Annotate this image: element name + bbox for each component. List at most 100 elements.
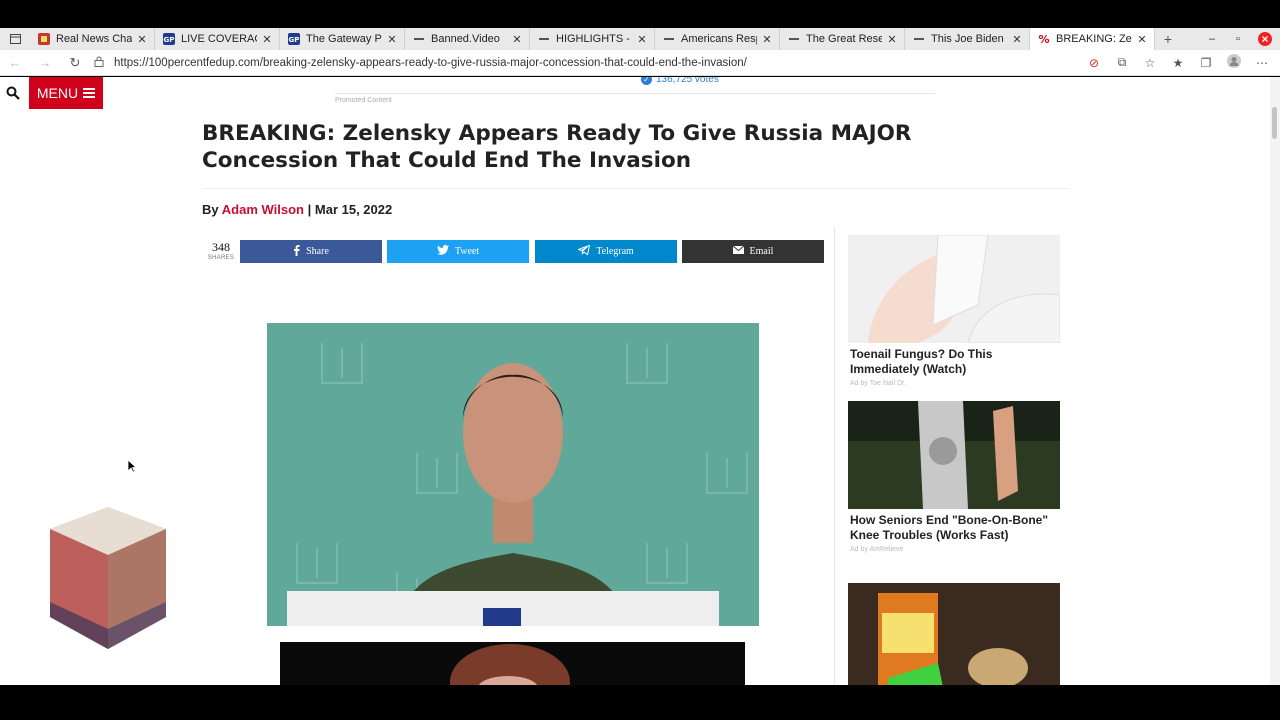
- twitter-icon: [436, 245, 449, 258]
- search-icon[interactable]: [6, 86, 22, 102]
- telegram-button-label: Telegram: [596, 246, 634, 257]
- ad-title[interactable]: Toenail Fungus? Do This Immediately (Wat…: [848, 347, 1060, 377]
- svg-text:GP: GP: [289, 36, 300, 44]
- tab-title: Americans Respo: [681, 33, 757, 45]
- email-icon: [732, 245, 744, 257]
- browser-tab[interactable]: GP LIVE COVERAGE: ✕: [155, 28, 280, 50]
- ad-title[interactable]: How Seniors End "Bone-On-Bone" Knee Trou…: [848, 513, 1060, 543]
- url-field[interactable]: https://100percentfedup.com/breaking-zel…: [94, 56, 1082, 70]
- page-icon: [663, 33, 675, 45]
- tab-list-icon[interactable]: [0, 28, 30, 50]
- close-tab-icon[interactable]: ✕: [886, 33, 898, 46]
- author-link[interactable]: Adam Wilson: [222, 202, 304, 217]
- page-icon: [788, 33, 800, 45]
- share-count-label: SHARES: [207, 255, 235, 261]
- browser-tab[interactable]: Real News Chann ✕: [30, 28, 155, 50]
- video-player[interactable]: [280, 642, 745, 685]
- email-button-label: Email: [749, 246, 774, 257]
- svg-text:GP: GP: [164, 36, 175, 44]
- profile-icon[interactable]: [1222, 54, 1246, 71]
- tab-title: Real News Chann: [56, 33, 132, 45]
- collections-icon[interactable]: ❐: [1194, 56, 1218, 70]
- tab-bar: Real News Chann ✕ GP LIVE COVERAGE: ✕ GP The G…: [0, 28, 1280, 50]
- ad-source: Ad by Toe Nail Dr.: [850, 380, 906, 387]
- close-tab-icon[interactable]: ✕: [1011, 33, 1023, 46]
- news-site-icon: [38, 33, 50, 45]
- sponsored-ad[interactable]: Toenail Fungus? Do This Immediately (Wat…: [848, 235, 1060, 387]
- article-hero-image[interactable]: [267, 323, 759, 626]
- sponsored-ad[interactable]: [848, 583, 1060, 685]
- url-text: https://100percentfedup.com/breaking-zel…: [114, 56, 747, 69]
- floating-cube-ad[interactable]: [48, 507, 168, 649]
- mouse-cursor-icon: [127, 459, 138, 478]
- address-bar: ← → ↻ https://100percentfedup.com/breaki…: [0, 50, 1280, 76]
- tab-title: The Great Reset F: [806, 33, 882, 45]
- twitter-share-button[interactable]: Tweet: [387, 240, 529, 263]
- menu-button[interactable]: MENU: [29, 77, 103, 109]
- page-icon: [913, 33, 925, 45]
- close-tab-icon[interactable]: ✕: [761, 33, 773, 46]
- divider: [335, 93, 935, 94]
- byline: By Adam Wilson | Mar 15, 2022: [202, 202, 392, 217]
- browser-window: Real News Chann ✕ GP LIVE COVERAGE: ✕ GP The G…: [0, 0, 1280, 720]
- ad-source: Ad by AmRelieve: [850, 546, 904, 553]
- check-icon: ✓: [641, 77, 652, 85]
- minimize-button[interactable]: –: [1200, 28, 1224, 50]
- close-tab-icon[interactable]: ✕: [136, 33, 148, 46]
- sponsored-ad[interactable]: How Seniors End "Bone-On-Bone" Knee Trou…: [848, 401, 1060, 553]
- browser-tab[interactable]: Americans Respo ✕: [655, 28, 780, 50]
- tab-title: Banned.Video: [431, 33, 500, 45]
- browser-tab[interactable]: GP The Gateway Pun ✕: [280, 28, 405, 50]
- browser-tab[interactable]: % BREAKING: Zelen ✕: [1030, 28, 1155, 50]
- more-icon[interactable]: ⋯: [1250, 56, 1274, 70]
- maximize-button[interactable]: ▫: [1226, 28, 1250, 50]
- favorites-icon[interactable]: ★: [1166, 56, 1190, 70]
- by-label: By: [202, 202, 219, 217]
- browser-tab[interactable]: This Joe Biden Cl ✕: [905, 28, 1030, 50]
- share-count-number: 348: [212, 240, 230, 254]
- page-icon: [538, 33, 550, 45]
- poll-votes: ✓ 136,725 votes: [641, 77, 719, 85]
- page-scrollbar[interactable]: [1270, 77, 1280, 685]
- close-tab-icon[interactable]: ✕: [511, 33, 523, 46]
- browser-tab[interactable]: HIGHLIGHTS - Am ✕: [530, 28, 655, 50]
- close-tab-icon[interactable]: ✕: [636, 33, 648, 46]
- percent-icon: %: [1038, 33, 1050, 45]
- byline-separator: |: [307, 202, 312, 217]
- browser-tab[interactable]: The Great Reset F ✕: [780, 28, 905, 50]
- close-window-button[interactable]: [1253, 28, 1277, 50]
- browser-tab[interactable]: Banned.Video ✕: [405, 28, 530, 50]
- close-tab-icon[interactable]: ✕: [1136, 33, 1148, 46]
- hamburger-icon: [83, 85, 96, 101]
- ad-image: [848, 401, 1060, 509]
- article-headline: BREAKING: Zelensky Appears Ready To Give…: [202, 121, 912, 173]
- votes-text: 136,725 votes: [656, 77, 719, 85]
- article-date: Mar 15, 2022: [314, 202, 393, 217]
- share-button-label: Share: [306, 246, 329, 257]
- reload-button[interactable]: ↻: [60, 55, 90, 71]
- email-share-button[interactable]: Email: [682, 240, 824, 263]
- telegram-icon: [577, 244, 591, 258]
- ad-image: [848, 235, 1060, 343]
- add-favorite-icon[interactable]: ☆: [1138, 56, 1162, 70]
- close-tab-icon[interactable]: ✕: [261, 33, 273, 46]
- tracking-icon[interactable]: ⊘: [1082, 56, 1106, 70]
- reader-icon[interactable]: ⧉: [1110, 55, 1134, 70]
- close-tab-icon[interactable]: ✕: [386, 33, 398, 46]
- lock-icon: [94, 56, 108, 70]
- promoted-content-label: Promoted Content: [335, 97, 392, 104]
- tab-title: LIVE COVERAGE:: [181, 33, 257, 45]
- back-button[interactable]: ←: [0, 55, 30, 70]
- menu-label: MENU: [36, 85, 79, 101]
- forward-button[interactable]: →: [30, 55, 60, 70]
- gateway-pundit-icon: GP: [288, 33, 300, 45]
- sidebar-divider: [834, 227, 835, 685]
- scrollbar-thumb[interactable]: [1272, 107, 1277, 139]
- telegram-share-button[interactable]: Telegram: [535, 240, 677, 263]
- facebook-share-button[interactable]: Share: [240, 240, 382, 263]
- page-icon: [413, 33, 425, 45]
- facebook-icon: [293, 244, 300, 259]
- tab-title: The Gateway Pun: [306, 33, 382, 45]
- new-tab-button[interactable]: +: [1155, 31, 1181, 47]
- tab-title: HIGHLIGHTS - Am: [556, 33, 632, 45]
